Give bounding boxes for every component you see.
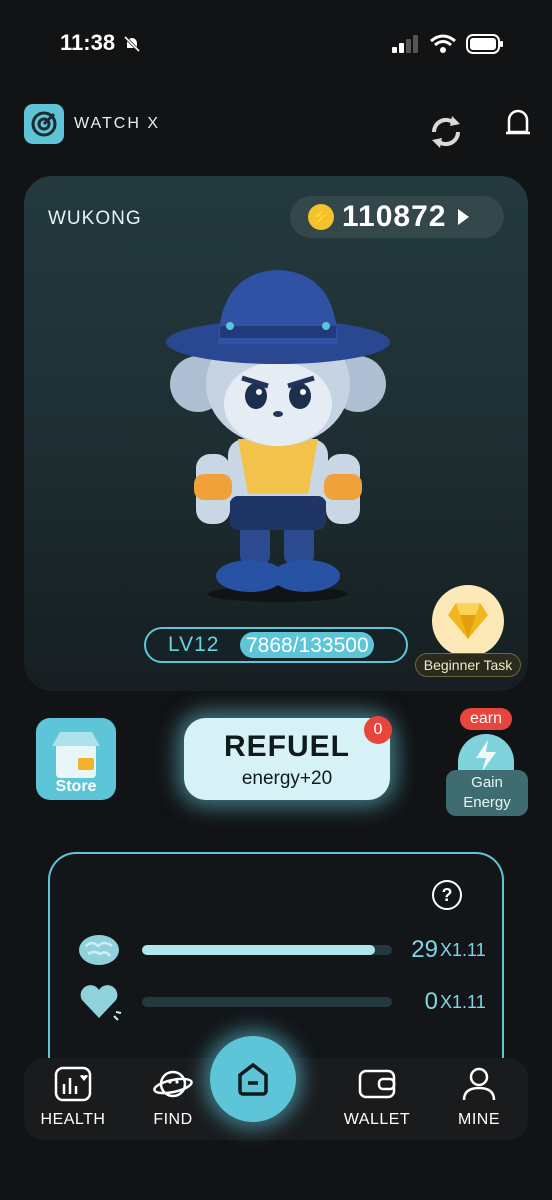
- refuel-title: REFUEL: [224, 730, 350, 763]
- refuel-count-badge: 0: [364, 716, 392, 744]
- status-indicators: [392, 34, 504, 54]
- store-button[interactable]: Store: [36, 718, 116, 800]
- sync-icon: [431, 116, 461, 148]
- bell-muted-icon: [122, 34, 142, 59]
- stat-value-brain: 29: [411, 936, 438, 963]
- gain-energy-label: Gain Energy: [446, 770, 528, 816]
- stat-row-heart: 0 X1.11: [76, 982, 496, 1022]
- stat-track-heart: [142, 997, 392, 1007]
- coin-balance-button[interactable]: ⚡ 110872: [290, 196, 504, 238]
- level-progress: LV12 7868/133500: [144, 627, 408, 663]
- status-time: 11:38: [60, 30, 116, 55]
- nav-find[interactable]: FIND: [128, 1066, 218, 1129]
- status-bar: 11:38: [0, 0, 552, 90]
- gain-energy-button[interactable]: earn Gain Energy: [444, 708, 530, 816]
- battery-icon: [466, 34, 503, 54]
- app-name: WATCH X: [74, 115, 160, 132]
- refuel-subtitle: energy+20: [241, 768, 333, 789]
- help-icon[interactable]: ?: [432, 880, 462, 910]
- brain-icon: [79, 935, 119, 965]
- coin-value: 110872: [342, 200, 447, 233]
- stat-track-brain: [142, 945, 392, 955]
- beginner-task-label: Beginner Task: [414, 653, 522, 677]
- stat-multiplier-brain: X1.11: [440, 939, 486, 960]
- stat-fill-brain: [142, 945, 375, 955]
- planet-icon: [153, 1070, 193, 1098]
- level-label: LV12: [168, 633, 220, 656]
- wallet-icon: [358, 1069, 396, 1099]
- nav-mine[interactable]: MINE: [434, 1066, 524, 1129]
- earn-tag: earn: [460, 708, 512, 730]
- home-icon: [238, 1062, 268, 1096]
- notifications-button[interactable]: [504, 108, 532, 145]
- nav-find-label: FIND: [153, 1111, 193, 1128]
- app-logo: WATCH X: [24, 104, 160, 144]
- store-label: Store: [55, 778, 97, 795]
- signal-icon: [392, 35, 418, 53]
- stat-row-brain: 29 X1.11: [76, 930, 496, 970]
- gain-energy-line2: Energy: [463, 794, 511, 811]
- wifi-icon: [430, 34, 456, 53]
- nav-mine-label: MINE: [458, 1111, 500, 1128]
- sync-button[interactable]: [428, 112, 464, 157]
- nav-health-label: HEALTH: [40, 1111, 106, 1128]
- home-button[interactable]: [210, 1036, 296, 1122]
- user-icon: [462, 1067, 496, 1101]
- watch-logo-icon: [24, 104, 64, 144]
- arrow-right-icon: [458, 209, 470, 225]
- level-progress-text: 7868/133500: [246, 634, 369, 657]
- nav-wallet[interactable]: WALLET: [332, 1066, 422, 1129]
- nav-health[interactable]: HEALTH: [28, 1066, 118, 1129]
- bell-icon: [506, 109, 530, 135]
- beginner-task-button[interactable]: Beginner Task: [408, 585, 528, 677]
- heart-icon: [80, 985, 122, 1021]
- character-avatar[interactable]: [158, 264, 398, 604]
- character-name: WUKONG: [48, 208, 142, 229]
- store-icon: [52, 732, 100, 778]
- gain-energy-line1: Gain: [471, 774, 503, 791]
- diamond-icon: [432, 585, 504, 657]
- stat-value-heart: 0: [424, 988, 438, 1015]
- stat-multiplier-heart: X1.11: [440, 991, 486, 1012]
- health-icon: [54, 1066, 92, 1102]
- nav-wallet-label: WALLET: [343, 1111, 411, 1128]
- refuel-button[interactable]: REFUEL energy+20 0: [184, 716, 392, 800]
- lightning-coin-icon: ⚡: [308, 204, 334, 230]
